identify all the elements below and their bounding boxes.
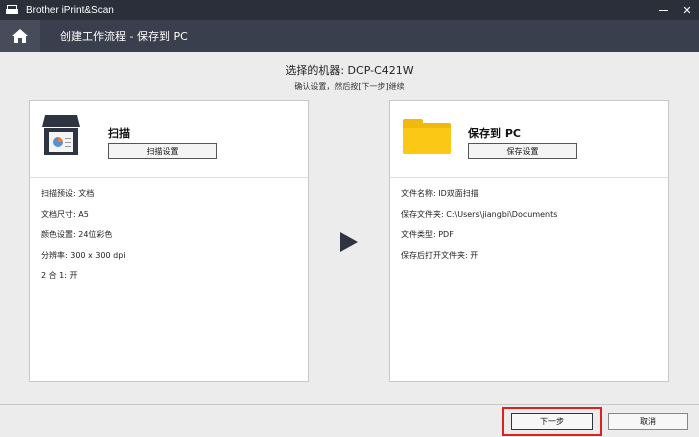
minimize-button[interactable] xyxy=(651,0,675,20)
save-card-header: 保存到 PC 保存设置 xyxy=(390,101,668,178)
breadcrumb: 创建工作流程 - 保存到 PC xyxy=(60,30,188,43)
scan-card-header: 扫描 扫描设置 xyxy=(30,101,308,178)
scan-card: 扫描 扫描设置 扫描预设: 文档 文档尺寸: A5 颜色设置: 24位彩色 分辨… xyxy=(29,100,309,382)
list-item: 扫描预设: 文档 xyxy=(41,189,95,198)
main-content: 选择的机器: DCP-C421W 确认设置，然后按[下一步]继续 扫描 扫描设置… xyxy=(0,52,699,404)
next-button[interactable]: 下一步 xyxy=(511,413,593,430)
list-item: 文件名称: ID双面扫描 xyxy=(401,189,479,198)
list-item: 保存文件夹: C:\Users\jiangbi\Documents xyxy=(401,209,558,219)
save-title: 保存到 PC xyxy=(468,127,521,140)
header-bar: 创建工作流程 - 保存到 PC xyxy=(0,20,699,52)
cancel-button[interactable]: 取消 xyxy=(608,413,688,430)
close-button[interactable]: ✕ xyxy=(675,0,699,20)
list-item: 文件类型: PDF xyxy=(401,230,454,239)
footer-bar: 下一步 取消 xyxy=(0,404,699,437)
save-to-pc-card: 保存到 PC 保存设置 文件名称: ID双面扫描 保存文件夹: C:\Users… xyxy=(389,100,669,382)
list-item: 保存后打开文件夹: 开 xyxy=(401,250,479,260)
selected-device-label: 选择的机器: DCP-C421W xyxy=(285,64,414,77)
play-arrow-icon xyxy=(340,232,358,252)
list-item: 分辨率: 300 x 300 dpi xyxy=(41,250,126,260)
instruction-hint: 确认设置，然后按[下一步]继续 xyxy=(294,82,405,91)
scan-properties: 扫描预设: 文档 文档尺寸: A5 颜色设置: 24位彩色 分辨率: 300 x… xyxy=(30,178,308,291)
list-item: 颜色设置: 24位彩色 xyxy=(41,230,113,239)
save-properties: 文件名称: ID双面扫描 保存文件夹: C:\Users\jiangbi\Doc… xyxy=(390,178,668,270)
folder-icon xyxy=(403,119,451,154)
scan-title: 扫描 xyxy=(108,127,130,140)
minimize-icon xyxy=(658,9,668,11)
list-item: 文档尺寸: A5 xyxy=(41,209,89,219)
scanner-icon xyxy=(42,115,80,155)
title-bar: Brother iPrint&Scan ✕ xyxy=(0,0,699,20)
printer-app-icon xyxy=(6,5,18,15)
close-icon: ✕ xyxy=(682,3,692,17)
home-icon xyxy=(12,29,28,43)
scan-settings-button[interactable]: 扫描设置 xyxy=(108,143,217,159)
home-button[interactable] xyxy=(0,20,40,52)
save-settings-button[interactable]: 保存设置 xyxy=(468,143,577,159)
window-title: Brother iPrint&Scan xyxy=(26,4,114,16)
list-item: 2 合 1: 开 xyxy=(41,271,78,280)
